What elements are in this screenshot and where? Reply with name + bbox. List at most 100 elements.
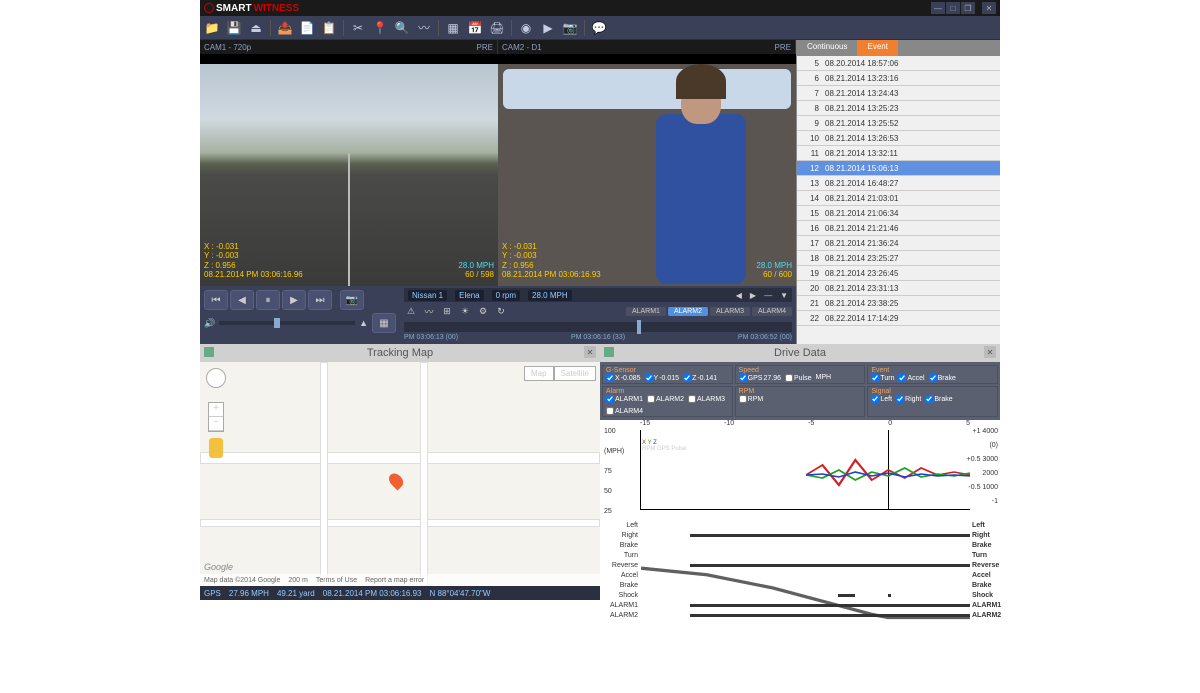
map-type-satellite-button[interactable]: Satellite: [554, 366, 596, 381]
zoom-icon[interactable]: 🔍: [394, 20, 410, 36]
pause-button[interactable]: ⏸: [256, 290, 280, 310]
map-pan-control[interactable]: [206, 368, 226, 388]
document-icon[interactable]: 📄: [299, 20, 315, 36]
play-circle-icon[interactable]: ▶: [540, 20, 556, 36]
event-row[interactable]: 1808.21.2014 23:25:27: [797, 251, 1000, 266]
sd-card-icon[interactable]: 💾: [226, 20, 242, 36]
minimize-button[interactable]: —: [931, 2, 945, 14]
pulse-icon[interactable]: 〰: [416, 20, 432, 36]
alarm1-check[interactable]: ALARM1: [606, 395, 643, 403]
event-row[interactable]: 1508.21.2014 21:06:34: [797, 206, 1000, 221]
alarm4-check[interactable]: ALARM4: [606, 407, 643, 415]
map-type-map-button[interactable]: Map: [524, 366, 554, 381]
speed-pulse-check[interactable]: Pulse: [785, 374, 812, 382]
speed-up-icon[interactable]: ▲: [359, 318, 368, 328]
event-brake-check[interactable]: Brake: [929, 374, 956, 382]
wave-icon[interactable]: 〰: [422, 304, 436, 318]
map-zoom-control[interactable]: + −: [208, 402, 224, 432]
pin-icon[interactable]: 📍: [372, 20, 388, 36]
volume-icon[interactable]: 🔊: [204, 318, 215, 329]
maximize-button[interactable]: □: [946, 2, 960, 14]
drive-close-button[interactable]: ✕: [984, 346, 996, 358]
print-icon[interactable]: 🖨: [489, 20, 505, 36]
nav-left-icon[interactable]: ◀: [736, 291, 742, 300]
grid-icon[interactable]: ▦: [445, 20, 461, 36]
event-row[interactable]: 1308.21.2014 16:48:27: [797, 176, 1000, 191]
alarm2-check[interactable]: ALARM2: [647, 395, 684, 403]
camera-icon[interactable]: 📷: [562, 20, 578, 36]
calendar-icon[interactable]: 📅: [467, 20, 483, 36]
tab-continuous[interactable]: Continuous: [797, 40, 857, 56]
terms-link[interactable]: Terms of Use: [316, 577, 357, 584]
zoom-in-button[interactable]: +: [209, 403, 223, 417]
alarm1-button[interactable]: ALARM1: [626, 307, 666, 316]
alarm4-button[interactable]: ALARM4: [752, 307, 792, 316]
disc-icon[interactable]: ◉: [518, 20, 534, 36]
speed-gps-check[interactable]: GPS 27.96: [739, 374, 781, 382]
volume-slider[interactable]: [219, 321, 355, 325]
close-button[interactable]: ✕: [982, 2, 996, 14]
event-row[interactable]: 808.21.2014 13:25:23: [797, 101, 1000, 116]
event-row[interactable]: 1608.21.2014 21:21:46: [797, 221, 1000, 236]
cam1-feed[interactable]: X : -0.031Y : -0.003Z : 0.95608.21.2014 …: [200, 54, 498, 286]
event-row[interactable]: 1208.21.2014 15:06:13: [797, 161, 1000, 176]
pegman-icon[interactable]: [209, 438, 223, 458]
drive-chart[interactable]: -15-10-505 100(MPH)755025 +1 4000(0)+0.5…: [600, 420, 1000, 600]
rpm-check[interactable]: RPM: [739, 395, 764, 403]
signal-brake-check[interactable]: Brake: [925, 395, 952, 403]
open-folder-icon[interactable]: 📁: [204, 20, 220, 36]
map-body[interactable]: Map Satellite + − Google Map data ©2014 …: [200, 362, 600, 586]
alarm3-button[interactable]: ALARM3: [710, 307, 750, 316]
brand-text-2: WITNESS: [254, 3, 300, 14]
map-close-button[interactable]: ✕: [584, 346, 596, 358]
event-row[interactable]: 1108.21.2014 13:32:11: [797, 146, 1000, 161]
alarm3-check[interactable]: ALARM3: [688, 395, 725, 403]
signal-right-check[interactable]: Right: [896, 395, 921, 403]
layout-button[interactable]: ▦: [372, 313, 396, 333]
event-row[interactable]: 708.21.2014 13:24:43: [797, 86, 1000, 101]
target-icon[interactable]: ⊞: [440, 304, 454, 318]
eject-icon[interactable]: ⏏: [248, 20, 264, 36]
ffwd-icon[interactable]: ▼: [780, 291, 788, 300]
alarm2-button[interactable]: ALARM2: [668, 307, 708, 316]
event-row[interactable]: 1008.21.2014 13:26:53: [797, 131, 1000, 146]
step-fwd-button[interactable]: ▶: [282, 290, 306, 310]
event-turn-check[interactable]: Turn: [871, 374, 894, 382]
event-accel-check[interactable]: Accel: [898, 374, 924, 382]
copy-icon[interactable]: 📋: [321, 20, 337, 36]
timeline-scrubber[interactable]: [404, 322, 792, 332]
event-row[interactable]: 2108.21.2014 23:38:25: [797, 296, 1000, 311]
tab-event[interactable]: Event: [857, 40, 897, 56]
export-icon[interactable]: 📤: [277, 20, 293, 36]
event-row[interactable]: 1908.21.2014 23:26:45: [797, 266, 1000, 281]
step-back-button[interactable]: ◀: [230, 290, 254, 310]
brightness-icon[interactable]: ☀: [458, 304, 472, 318]
cut-icon[interactable]: ✂: [350, 20, 366, 36]
cam2-feed[interactable]: X : -0.031Y : -0.003Z : 0.95608.21.2014 …: [498, 54, 796, 286]
event-row[interactable]: 508.20.2014 18:57:06: [797, 56, 1000, 71]
skip-fwd-button[interactable]: ⏭: [308, 290, 332, 310]
refresh-icon[interactable]: ↻: [494, 304, 508, 318]
signal-left-check[interactable]: Left: [871, 395, 892, 403]
gsensor-z-check[interactable]: Z -0.141: [683, 374, 717, 382]
event-row[interactable]: 608.21.2014 13:23:16: [797, 71, 1000, 86]
map-footer: Map data ©2014 Google 200 m Terms of Use…: [200, 574, 600, 586]
nav-right-icon[interactable]: ▶: [750, 291, 756, 300]
comment-icon[interactable]: 💬: [591, 20, 607, 36]
gsensor-x-check[interactable]: X -0.085: [606, 374, 641, 382]
restore-button[interactable]: ❐: [961, 2, 975, 14]
report-error-link[interactable]: Report a map error: [365, 577, 424, 584]
snapshot-button[interactable]: 📷: [340, 290, 364, 310]
event-row[interactable]: 2008.21.2014 23:31:13: [797, 281, 1000, 296]
event-row[interactable]: 1708.21.2014 21:36:24: [797, 236, 1000, 251]
event-row[interactable]: 2208.22.2014 17:14:29: [797, 311, 1000, 326]
rewind-icon[interactable]: —: [764, 291, 772, 300]
warning-icon[interactable]: ⚠: [404, 304, 418, 318]
gear-icon[interactable]: ⚙: [476, 304, 490, 318]
event-list[interactable]: 508.20.2014 18:57:06608.21.2014 13:23:16…: [797, 56, 1000, 344]
zoom-out-button[interactable]: −: [209, 417, 223, 431]
skip-back-button[interactable]: ⏮: [204, 290, 228, 310]
gsensor-y-check[interactable]: Y -0.015: [645, 374, 680, 382]
event-row[interactable]: 908.21.2014 13:25:52: [797, 116, 1000, 131]
event-row[interactable]: 1408.21.2014 21:03:01: [797, 191, 1000, 206]
